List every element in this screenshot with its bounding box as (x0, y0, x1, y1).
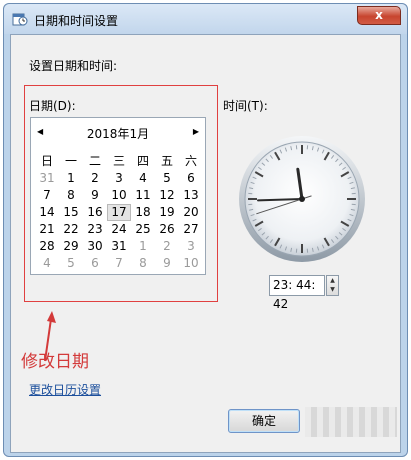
calendar-day[interactable]: 9 (155, 255, 179, 272)
calendar-day[interactable]: 18 (131, 204, 155, 221)
title-bar[interactable]: 日期和时间设置 x (4, 4, 407, 34)
time-label: 时间(T): (223, 99, 268, 113)
calendar-day[interactable]: 10 (179, 255, 203, 272)
calendar-day[interactable]: 28 (35, 238, 59, 255)
weekday-header: 日一二三四五六 (35, 152, 203, 169)
spin-down-icon[interactable]: ▼ (327, 285, 338, 294)
change-calendar-settings-link[interactable]: 更改日历设置 (29, 381, 101, 398)
calendar-day[interactable]: 2 (83, 170, 107, 187)
calendar-day[interactable]: 8 (131, 255, 155, 272)
calendar-day[interactable]: 6 (83, 255, 107, 272)
calendar-day[interactable]: 7 (107, 255, 131, 272)
calendar-day-selected[interactable]: 17 (107, 204, 131, 221)
calendar-day[interactable]: 3 (107, 170, 131, 187)
weekday-label: 一 (64, 154, 77, 168)
date-label: 日期(D): (29, 99, 76, 113)
spin-up-icon[interactable]: ▲ (327, 276, 338, 285)
calendar-month-title[interactable]: 2018年1月 (31, 125, 205, 142)
month-calendar[interactable]: ◀ 2018年1月 ▶ 日一二三四五六 31 1 2 3 4 5 6 7 8 9 10 11 12 13 1… (30, 117, 206, 275)
calendar-day[interactable]: 2 (155, 238, 179, 255)
calendar-day[interactable]: 27 (179, 221, 203, 238)
calendar-day[interactable]: 20 (179, 204, 203, 221)
calendar-day[interactable]: 19 (155, 204, 179, 221)
calendar-day[interactable]: 16 (83, 204, 107, 221)
calendar-day[interactable]: 26 (155, 221, 179, 238)
weekday-label: 日 (40, 154, 53, 168)
time-spinner[interactable]: ▲ ▼ (326, 275, 339, 296)
dialog-body: 设置日期和时间: 日期(D): 时间(T): ◀ 2018年1月 ▶ 日一二三四… (10, 34, 401, 453)
dialog-heading: 设置日期和时间: (29, 59, 118, 73)
minute-hand (257, 198, 303, 202)
calendar-day[interactable]: 10 (107, 187, 131, 204)
calendar-day[interactable]: 7 (35, 187, 59, 204)
calendar-day[interactable]: 29 (59, 238, 83, 255)
calendar-day[interactable]: 6 (179, 170, 203, 187)
clock-center (299, 196, 305, 202)
calendar-day[interactable]: 5 (59, 255, 83, 272)
weekday-label: 六 (184, 154, 197, 168)
calendar-days-grid: 31 1 2 3 4 5 6 7 8 9 10 11 12 13 14 15 16 17 18 19 20 21 22 23 2… (35, 170, 203, 272)
calendar-day[interactable]: 1 (131, 238, 155, 255)
window-title: 日期和时间设置 (34, 14, 119, 28)
calendar-day[interactable]: 30 (83, 238, 107, 255)
calendar-clock-icon (12, 13, 28, 26)
calendar-day[interactable]: 11 (131, 187, 155, 204)
calendar-day[interactable]: 1 (59, 170, 83, 187)
analog-clock (239, 136, 365, 262)
weekday-label: 二 (88, 154, 101, 168)
time-field[interactable]: 23: 44: 42 (269, 275, 325, 311)
calendar-day[interactable]: 24 (107, 221, 131, 238)
weekday-label: 三 (112, 154, 125, 168)
calendar-day[interactable]: 9 (83, 187, 107, 204)
obscured-area (305, 407, 397, 437)
calendar-day[interactable]: 12 (155, 187, 179, 204)
weekday-label: 四 (136, 154, 149, 168)
calendar-day[interactable]: 23 (83, 221, 107, 238)
date-time-settings-window: 日期和时间设置 x 设置日期和时间: 日期(D): 时间(T): ◀ 2018年… (3, 3, 408, 457)
calendar-day[interactable]: 31 (107, 238, 131, 255)
next-month-icon[interactable]: ▶ (193, 127, 199, 136)
annotation-text: 修改日期 (21, 352, 89, 372)
calendar-day[interactable]: 25 (131, 221, 155, 238)
weekday-label: 五 (160, 154, 173, 168)
calendar-day[interactable]: 15 (59, 204, 83, 221)
calendar-day[interactable]: 13 (179, 187, 203, 204)
calendar-day[interactable]: 14 (35, 204, 59, 221)
calendar-day[interactable]: 21 (35, 221, 59, 238)
ok-button[interactable]: 确定 (228, 409, 300, 433)
calendar-day[interactable]: 22 (59, 221, 83, 238)
close-button[interactable]: x (357, 6, 401, 25)
calendar-day[interactable]: 5 (155, 170, 179, 187)
calendar-day[interactable]: 8 (59, 187, 83, 204)
calendar-day[interactable]: 31 (35, 170, 59, 187)
calendar-day[interactable]: 3 (179, 238, 203, 255)
calendar-day[interactable]: 4 (35, 255, 59, 272)
calendar-day[interactable]: 4 (131, 170, 155, 187)
